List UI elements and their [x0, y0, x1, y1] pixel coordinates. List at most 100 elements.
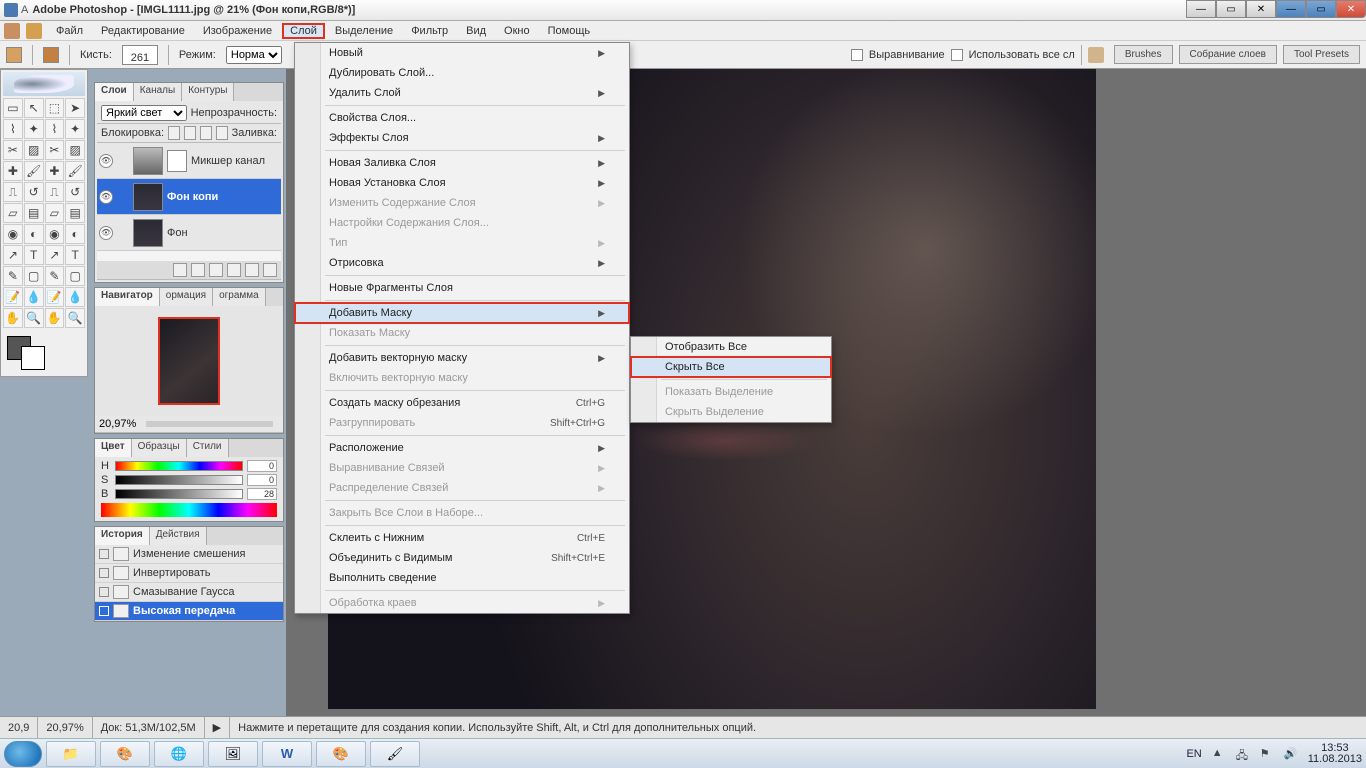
use-all-checkbox[interactable] [951, 49, 963, 61]
tool-history[interactable]: ↺ [24, 182, 44, 202]
menu-filter[interactable]: Фильтр [403, 23, 456, 39]
network-icon[interactable]: 🖧 [1236, 747, 1250, 761]
menu-item[interactable]: Выполнить сведение [295, 568, 629, 588]
tool-stamp[interactable]: ⎍ [3, 182, 23, 202]
menu-item[interactable]: Новая Установка Слоя▶ [295, 173, 629, 193]
tab-styles[interactable]: Стили [187, 439, 229, 457]
menu-view[interactable]: Вид [458, 23, 494, 39]
menu-file[interactable]: Файл [48, 23, 91, 39]
tool-marquee2[interactable]: ⬚ [45, 98, 65, 118]
taskbar-explorer[interactable]: 📁 [46, 741, 96, 767]
tool-move2[interactable]: ➤ [65, 98, 85, 118]
eye-icon[interactable]: 👁 [99, 226, 113, 240]
tool-heal2[interactable]: ✚ [45, 161, 65, 181]
hue-slider[interactable] [115, 461, 243, 471]
status-zoom[interactable]: 20,97% [38, 717, 92, 738]
tool-heal[interactable]: ✚ [3, 161, 23, 181]
lock-transparent-icon[interactable] [168, 126, 180, 140]
tool-blur[interactable]: ◉ [3, 224, 23, 244]
dock-tool-presets[interactable]: Tool Presets [1283, 45, 1360, 64]
tool-lasso2[interactable]: ⌇ [45, 119, 65, 139]
bri-slider[interactable] [115, 489, 243, 499]
color-swatches[interactable] [3, 332, 85, 374]
tool-wand2[interactable]: ✦ [65, 119, 85, 139]
tool-lasso[interactable]: ⌇ [3, 119, 23, 139]
tool-type[interactable]: T [24, 245, 44, 265]
tool-pen2[interactable]: ✎ [45, 266, 65, 286]
lock-pixels-icon[interactable] [184, 126, 196, 140]
tool-hand[interactable]: ✋ [3, 308, 23, 328]
tool-notes[interactable]: 📝 [3, 287, 23, 307]
tool-blur2[interactable]: ◉ [45, 224, 65, 244]
tool-eraser2[interactable]: ▱ [45, 203, 65, 223]
menu-layer[interactable]: Слой [282, 23, 325, 39]
tab-channels[interactable]: Каналы [134, 83, 183, 101]
tool-history2[interactable]: ↺ [65, 182, 85, 202]
tool-brush2[interactable]: 🖌 [65, 161, 85, 181]
tool-preset-icon[interactable] [43, 47, 59, 63]
tool-path2[interactable]: ↗ [45, 245, 65, 265]
menu-edit[interactable]: Редактирование [93, 23, 193, 39]
eye-icon[interactable]: 👁 [99, 154, 113, 168]
tool-gradient[interactable]: ▤ [24, 203, 44, 223]
clock[interactable]: 13:5311.08.2013 [1308, 743, 1362, 765]
menu-item[interactable]: Новые Фрагменты Слоя [295, 278, 629, 298]
tool-crop[interactable]: ✂ [3, 140, 23, 160]
blend-select[interactable]: Яркий свет [101, 105, 187, 121]
tool-gradient2[interactable]: ▤ [65, 203, 85, 223]
tool-brush[interactable]: 🖌 [24, 161, 44, 181]
taskbar-chrome[interactable]: 🌐 [154, 741, 204, 767]
tool-shape[interactable]: ▢ [24, 266, 44, 286]
tool-hand2[interactable]: ✋ [45, 308, 65, 328]
inner-restore-button[interactable]: ▭ [1216, 0, 1246, 18]
tab-info[interactable]: ормация [160, 288, 213, 306]
tool-move[interactable]: ↖ [24, 98, 44, 118]
tab-histogram[interactable]: ограмма [213, 288, 266, 306]
tool-eyedrop2[interactable]: 💧 [65, 287, 85, 307]
tool-dodge[interactable]: ◐ [24, 224, 44, 244]
tool-eyedrop[interactable]: 💧 [24, 287, 44, 307]
menu-item[interactable]: Новый▶ [295, 43, 629, 63]
trash-icon[interactable] [263, 263, 277, 277]
tool-type2[interactable]: T [65, 245, 85, 265]
tool-path[interactable]: ↗ [3, 245, 23, 265]
history-row[interactable]: Высокая передача [95, 602, 283, 621]
menu-select[interactable]: Выделение [327, 23, 401, 39]
tab-navigator[interactable]: Навигатор [95, 288, 160, 306]
tool-zoom[interactable]: 🔍 [24, 308, 44, 328]
tab-actions[interactable]: Действия [150, 527, 207, 545]
history-row[interactable]: Изменение смешения [95, 545, 283, 564]
taskbar-word[interactable]: W [262, 741, 312, 767]
minimize-button[interactable]: — [1276, 0, 1306, 18]
tab-color[interactable]: Цвет [95, 439, 132, 457]
dock-brushes[interactable]: Brushes [1114, 45, 1173, 64]
tab-paths[interactable]: Контуры [182, 83, 234, 101]
tool-notes2[interactable]: 📝 [45, 287, 65, 307]
menu-item[interactable]: Расположение▶ [295, 438, 629, 458]
zoom-slider[interactable] [146, 421, 273, 427]
submenu-item[interactable]: Скрыть Все [631, 357, 831, 377]
new-layer-icon[interactable] [245, 263, 259, 277]
tool-pen[interactable]: ✎ [3, 266, 23, 286]
blend-mode-select[interactable]: Норма [226, 46, 282, 64]
brush-preview[interactable]: 261 [122, 45, 158, 65]
lang-indicator[interactable]: EN [1186, 748, 1201, 760]
menu-item[interactable]: Эффекты Слоя▶ [295, 128, 629, 148]
folder-icon[interactable] [209, 263, 223, 277]
color-ramp[interactable] [101, 503, 277, 517]
layer-row[interactable]: 👁 Фон [97, 215, 281, 251]
close-button[interactable]: ✕ [1336, 0, 1366, 18]
bri-value[interactable]: 28 [247, 488, 277, 500]
start-button[interactable] [4, 741, 42, 767]
menu-item[interactable]: Дублировать Слой... [295, 63, 629, 83]
tool-slice2[interactable]: ▨ [65, 140, 85, 160]
tool-eraser[interactable]: ▱ [3, 203, 23, 223]
maximize-button[interactable]: ▭ [1306, 0, 1336, 18]
dock-layers-set[interactable]: Собрание слоев [1179, 45, 1277, 64]
adjust-icon[interactable] [227, 263, 241, 277]
hue-value[interactable]: 0 [247, 460, 277, 472]
taskbar-app1[interactable]: 🎨 [100, 741, 150, 767]
tab-layers[interactable]: Слои [95, 83, 134, 101]
taskbar-paint[interactable]: 🎨 [316, 741, 366, 767]
status-doc-size[interactable]: Док: 51,3M/102,5M [93, 717, 205, 738]
